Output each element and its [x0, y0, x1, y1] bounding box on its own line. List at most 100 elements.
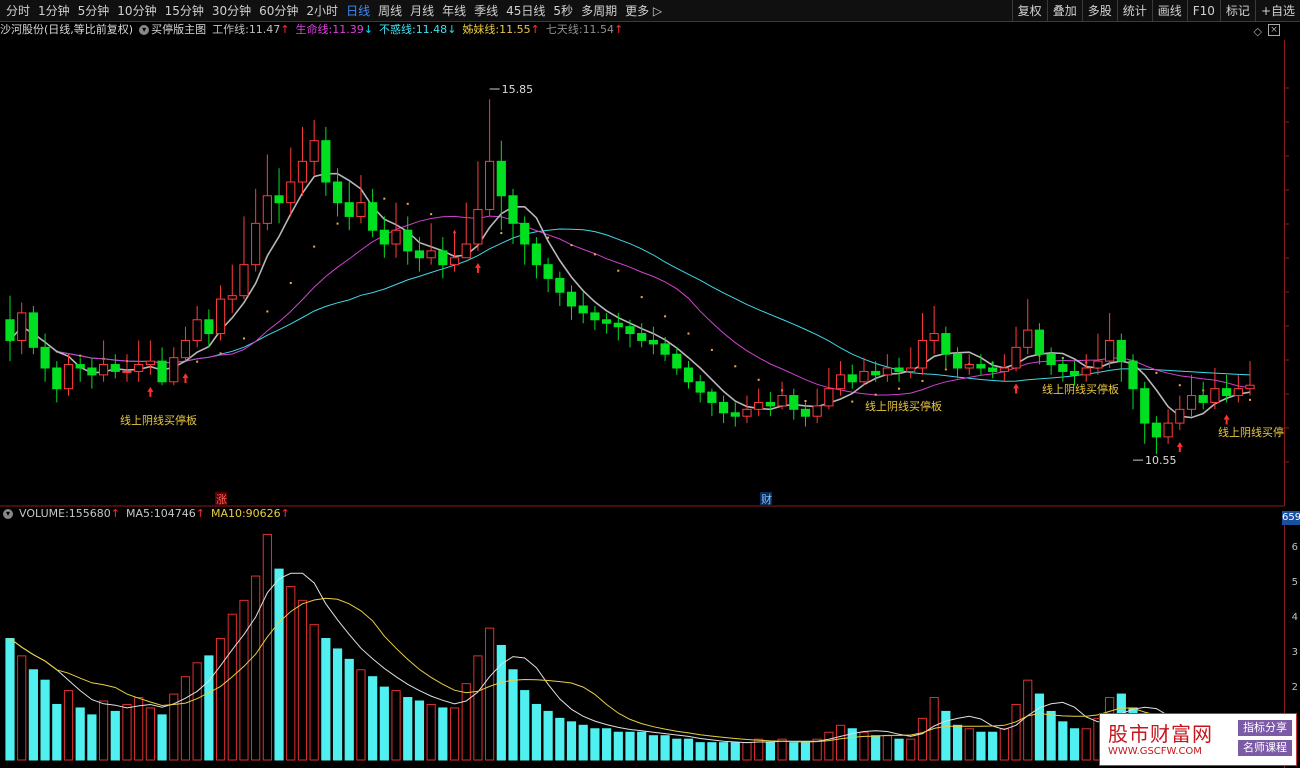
- sister-dot: [196, 360, 199, 363]
- volume-menu-icon[interactable]: ▾: [3, 509, 13, 519]
- candle-body: [578, 305, 588, 314]
- candle-body: [847, 374, 857, 383]
- candle-body: [602, 319, 612, 324]
- candle-body: [1186, 395, 1197, 410]
- volume-bar: [555, 717, 565, 761]
- volume-bar: [309, 624, 319, 761]
- candle-body: [286, 181, 296, 204]
- volume-axis-tick: 2: [1291, 682, 1298, 693]
- candle-body: [1233, 388, 1243, 397]
- volume-bar: [1046, 710, 1056, 761]
- volume-bar: [871, 735, 881, 761]
- volume-bar: [1023, 679, 1033, 761]
- candle-body: [215, 298, 226, 335]
- candle-body: [929, 333, 939, 341]
- legend-arrow-icon: ↑: [110, 507, 120, 520]
- sister-dot: [664, 315, 667, 318]
- high-price-label: 15.85: [502, 83, 534, 96]
- candle-body: [227, 295, 237, 300]
- volume-bar: [192, 662, 202, 761]
- volume-legend-label: MA10:: [210, 507, 246, 520]
- volume-ma10-line: [9, 597, 1251, 743]
- candle-body: [707, 391, 717, 403]
- candle-body: [964, 364, 974, 369]
- candle-body: [1011, 346, 1021, 369]
- candle-body: [239, 264, 249, 297]
- sister-dot: [500, 232, 503, 235]
- candle-body: [356, 202, 366, 217]
- volume-bar: [5, 638, 15, 761]
- sister-dot: [804, 400, 807, 403]
- volume-bar: [215, 638, 226, 761]
- buy-arrow-icon: [1176, 442, 1183, 452]
- candle-body: [403, 229, 413, 252]
- candle-body: [1081, 367, 1091, 376]
- volume-bar: [777, 738, 787, 761]
- candle-body: [262, 195, 272, 224]
- candle-body: [508, 195, 518, 224]
- candle-body: [122, 370, 132, 373]
- sister-dot: [1178, 384, 1181, 387]
- volume-bar: [882, 735, 892, 761]
- watermark-title: 股市财富网: [1108, 722, 1213, 746]
- sister-dot: [734, 365, 737, 368]
- volume-legend-value: 104746: [153, 507, 196, 520]
- volume-bar: [251, 575, 261, 761]
- candle-body: [1093, 360, 1103, 369]
- volume-bar: [543, 710, 553, 761]
- sister-dot: [430, 213, 433, 216]
- sister-dot: [874, 393, 877, 396]
- volume-bar: [718, 742, 729, 761]
- volume-bar: [180, 676, 191, 761]
- candle-body: [555, 277, 565, 293]
- candle-body: [718, 401, 729, 414]
- sister-dot: [944, 368, 947, 371]
- candle-body: [952, 353, 963, 369]
- volume-bar: [789, 742, 799, 761]
- volume-legend-item-1: MA5:104746↑: [126, 506, 205, 522]
- volume-bar: [812, 738, 822, 761]
- candle-body: [321, 140, 331, 183]
- buy-signal-label: 线上阴线买停板: [865, 399, 942, 413]
- sister-dot: [242, 337, 245, 340]
- candle-body: [824, 388, 834, 407]
- candle-body: [590, 312, 600, 321]
- volume-bar: [356, 669, 366, 761]
- volume-legend: ▾ VOLUME:155680↑ MA5:104746↑ MA10:90626↑: [0, 506, 296, 522]
- candle-body: [368, 202, 378, 231]
- volume-bar: [332, 648, 343, 761]
- candle-body: [835, 374, 846, 390]
- volume-bar: [800, 742, 811, 761]
- sister-dot: [570, 244, 573, 247]
- candle-body: [672, 353, 682, 369]
- candle-body: [976, 364, 986, 369]
- volume-bar: [122, 703, 132, 761]
- candle-body: [251, 222, 261, 266]
- sister-dot: [1249, 398, 1251, 401]
- sister-dot: [687, 332, 690, 335]
- volume-bar: [52, 703, 62, 761]
- volume-bar: [988, 731, 998, 761]
- candle-body: [473, 209, 483, 245]
- candle-body: [531, 243, 542, 266]
- volume-bar: [894, 738, 904, 761]
- volume-bar: [17, 655, 27, 761]
- candle-body: [134, 364, 144, 372]
- volume-bar: [391, 690, 401, 761]
- candle-body: [75, 364, 85, 369]
- candle-body: [204, 319, 214, 335]
- volume-bar: [590, 728, 600, 761]
- buy-arrow-icon: [474, 262, 481, 273]
- volume-bar: [1069, 728, 1080, 761]
- volume-bar: [239, 599, 249, 761]
- sister-dot: [921, 379, 924, 382]
- price-volume-chart[interactable]: 15.8510.55线上阴线买停板线上阴线买停板线上阴线买停板线上阴线买停涨财: [0, 0, 1300, 768]
- sister-dot: [406, 202, 409, 205]
- volume-bar: [625, 731, 635, 761]
- volume-bar: [473, 655, 483, 761]
- volume-bar: [976, 731, 986, 761]
- candle-body: [999, 367, 1009, 372]
- candle-body: [1198, 395, 1208, 403]
- volume-bar: [660, 735, 670, 761]
- buy-signal-label: 线上阴线买停板: [1042, 382, 1119, 396]
